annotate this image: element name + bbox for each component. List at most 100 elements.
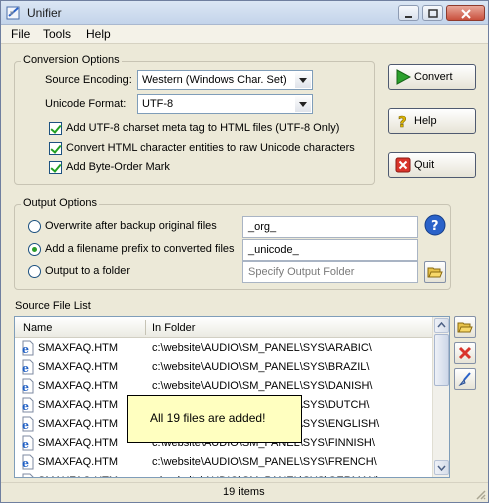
- tooltip-text: All 19 files are added!: [150, 411, 266, 425]
- scroll-thumb[interactable]: [434, 334, 449, 386]
- html-file-icon: e: [22, 359, 34, 375]
- file-name: SMAXFAQ.HTM: [38, 399, 119, 411]
- html-file-icon: e: [22, 435, 34, 451]
- svg-text:e: e: [22, 419, 29, 432]
- column-divider[interactable]: [145, 320, 146, 335]
- table-row[interactable]: e SMAXFAQ.HTM c:\website\AUDIO\SM_PANEL\SY…: [15, 472, 433, 478]
- svg-text:?: ?: [431, 219, 439, 234]
- source-encoding-label: Source Encoding:: [45, 74, 132, 86]
- menu-bar: File Tools Help: [1, 25, 488, 44]
- meta-tag-checkbox[interactable]: [49, 122, 62, 135]
- chevron-down-icon[interactable]: [295, 96, 311, 112]
- meta-tag-label: Add UTF-8 charset meta tag to HTML files…: [66, 122, 340, 134]
- source-encoding-value: Western (Windows Char. Set): [142, 74, 287, 86]
- svg-text:e: e: [22, 438, 29, 451]
- open-folder-icon: [457, 322, 473, 333]
- vertical-scrollbar[interactable]: [432, 317, 449, 477]
- menu-tools[interactable]: Tools: [43, 27, 71, 41]
- browse-folder-button[interactable]: [424, 261, 446, 283]
- prefix-input[interactable]: _unicode_: [242, 239, 418, 261]
- svg-text:?: ?: [398, 113, 407, 129]
- convert-entities-checkbox[interactable]: [49, 142, 62, 155]
- html-file-icon: e: [22, 454, 34, 470]
- maximize-icon: [428, 9, 438, 18]
- file-name: SMAXFAQ.HTM: [38, 475, 118, 477]
- html-file-icon: e: [22, 340, 34, 356]
- quit-button[interactable]: Quit: [388, 152, 476, 178]
- bom-label: Add Byte-Order Mark: [66, 161, 170, 173]
- output-folder-radio[interactable]: [28, 265, 41, 278]
- broom-icon: [458, 372, 471, 387]
- prefix-radio[interactable]: [28, 243, 41, 256]
- app-window: Unifier File Tools Help Conversion Optio…: [0, 0, 489, 503]
- svg-text:e: e: [22, 457, 29, 470]
- source-encoding-select[interactable]: Western (Windows Char. Set): [137, 70, 313, 90]
- status-bar: 19 items: [1, 482, 488, 502]
- list-header: Name In Folder: [15, 317, 433, 338]
- menu-help[interactable]: Help: [86, 27, 111, 41]
- status-text: 19 items: [223, 486, 265, 498]
- help-circle-button[interactable]: ?: [424, 214, 446, 236]
- bom-checkbox[interactable]: [49, 161, 62, 174]
- minimize-button[interactable]: [398, 5, 419, 21]
- table-row[interactable]: e SMAXFAQ.HTM c:\website\AUDIO\SM_PANEL\SY…: [15, 453, 433, 472]
- quit-label: Quit: [414, 159, 435, 171]
- add-files-button[interactable]: [454, 316, 476, 338]
- html-file-icon: e: [22, 416, 34, 432]
- backup-suffix-input[interactable]: _org_: [242, 216, 418, 238]
- file-name: SMAXFAQ.HTM: [38, 456, 119, 468]
- output-folder-input[interactable]: Specify Output Folder: [242, 261, 418, 283]
- output-options-label: Output Options: [21, 197, 99, 209]
- file-folder: c:\website\AUDIO\SM_PANEL\SYS\ARABIC\: [152, 342, 372, 354]
- unicode-format-label: Unicode Format:: [45, 98, 127, 110]
- svg-text:e: e: [22, 381, 29, 394]
- scroll-up-button[interactable]: [434, 318, 449, 333]
- column-in-folder[interactable]: In Folder: [152, 322, 195, 334]
- convert-button[interactable]: Convert: [388, 64, 476, 90]
- help-button[interactable]: ? Help: [388, 108, 476, 134]
- open-folder-icon: [427, 267, 443, 278]
- svg-text:e: e: [22, 476, 29, 478]
- overwrite-radio[interactable]: [28, 220, 41, 233]
- file-folder: c:\website\AUDIO\SM_PANEL\SYS\DANISH\: [152, 380, 373, 392]
- table-row[interactable]: e SMAXFAQ.HTM c:\website\AUDIO\SM_PANEL\SY…: [15, 358, 433, 377]
- app-icon: [6, 6, 20, 20]
- file-name: SMAXFAQ.HTM: [38, 380, 119, 392]
- clear-list-button[interactable]: [454, 368, 476, 390]
- table-row[interactable]: e SMAXFAQ.HTM c:\website\AUDIO\SM_PANEL\SY…: [15, 339, 433, 358]
- html-file-icon: e: [22, 473, 34, 478]
- remove-file-button[interactable]: [454, 342, 476, 364]
- scroll-down-button[interactable]: [434, 460, 449, 475]
- backup-suffix-value: _org_: [248, 221, 277, 233]
- window-title: Unifier: [27, 6, 62, 20]
- unicode-format-select[interactable]: UTF-8: [137, 94, 313, 114]
- minimize-icon: [405, 16, 412, 18]
- file-folder: c:\website\AUDIO\SM_PANEL\SYS\BRAZIL\: [152, 361, 370, 373]
- close-button[interactable]: [446, 5, 485, 21]
- unicode-format-value: UTF-8: [142, 98, 174, 110]
- title-bar: Unifier: [1, 1, 488, 25]
- convert-label: Convert: [414, 71, 453, 83]
- conversion-options-label: Conversion Options: [21, 54, 122, 66]
- column-name[interactable]: Name: [23, 322, 52, 334]
- menu-file[interactable]: File: [11, 27, 30, 41]
- play-icon: [396, 69, 411, 85]
- file-folder: c:\website\AUDIO\SM_PANEL\SYS\GERMAN\: [152, 475, 379, 477]
- scroll-down-icon: [437, 465, 446, 472]
- svg-text:e: e: [22, 343, 29, 356]
- resize-grip-icon[interactable]: [474, 488, 486, 500]
- html-file-icon: e: [22, 397, 34, 413]
- question-icon: ?: [398, 113, 407, 129]
- maximize-button[interactable]: [422, 5, 443, 21]
- output-folder-placeholder: Specify Output Folder: [248, 266, 355, 278]
- table-row[interactable]: e SMAXFAQ.HTM c:\website\AUDIO\SM_PANEL\SY…: [15, 377, 433, 396]
- output-folder-label: Output to a folder: [45, 265, 130, 277]
- html-file-icon: e: [22, 378, 34, 394]
- help-circle-icon: ?: [424, 214, 446, 236]
- source-list-label: Source File List: [15, 300, 91, 312]
- convert-entities-label: Convert HTML character entities to raw U…: [66, 142, 355, 154]
- file-name: SMAXFAQ.HTM: [38, 418, 119, 430]
- help-label: Help: [414, 115, 437, 127]
- chevron-down-icon[interactable]: [295, 72, 311, 88]
- scroll-up-icon: [437, 321, 446, 328]
